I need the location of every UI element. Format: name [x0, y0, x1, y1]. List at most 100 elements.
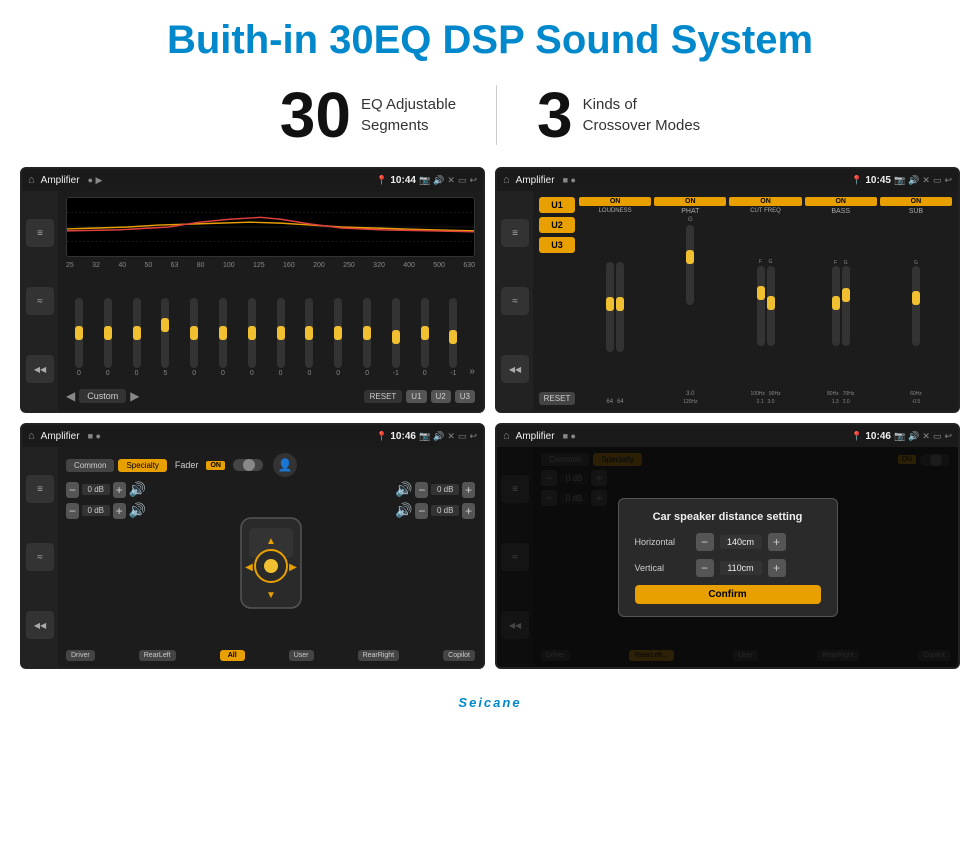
window-icon-2: ▭: [933, 175, 942, 186]
cx-preset-u1[interactable]: U1: [539, 197, 575, 213]
cx-channel-bass: ON BASS F G: [805, 197, 877, 405]
sp-common-tab[interactable]: Common: [66, 459, 114, 472]
eq-slider-7[interactable]: 0: [239, 298, 265, 377]
sp-plus-4[interactable]: +: [462, 503, 475, 519]
eq-reset-btn[interactable]: RESET: [364, 390, 403, 403]
eq-stat-block: 30 EQ Adjustable Segments: [240, 83, 496, 147]
sidebar-btn-3[interactable]: ◀◀: [26, 355, 54, 383]
sidebar-btn-3-3[interactable]: ◀◀: [26, 611, 54, 639]
cx-channel-sub: ON SUB G 60Hz -0.5: [880, 197, 952, 405]
sp-rearleft-btn[interactable]: RearLeft: [139, 650, 176, 661]
sp-specialty-tab[interactable]: Specialty: [118, 459, 166, 472]
sp-plus-1[interactable]: +: [113, 482, 126, 498]
screen-distance: ⌂ Amplifier ■ ● 📍 10:46 📷 🔊 ✕ ▭ ↩ ≡ ≈ ◀◀: [495, 423, 960, 669]
eq-slider-1[interactable]: 0: [66, 298, 92, 377]
eq-slider-13[interactable]: 0: [412, 298, 438, 377]
sp-user-btn[interactable]: User: [289, 650, 314, 661]
eq-slider-2[interactable]: 0: [95, 298, 121, 377]
cx-reset-btn[interactable]: RESET: [539, 392, 575, 405]
sidebar-btn-1[interactable]: ≡: [26, 219, 54, 247]
cx-bass-slider2[interactable]: [842, 266, 850, 346]
cx-preset-u2[interactable]: U2: [539, 217, 575, 233]
eq-number: 30: [280, 83, 351, 147]
eq-slider-6[interactable]: 0: [210, 298, 236, 377]
home-icon-4[interactable]: ⌂: [503, 430, 510, 442]
distance-vertical-label: Vertical: [635, 563, 690, 573]
sidebar-btn-3-1[interactable]: ≡: [26, 475, 54, 503]
eq-slider-3[interactable]: 0: [124, 298, 150, 377]
home-icon-3[interactable]: ⌂: [28, 430, 35, 442]
sidebar-btn-2-3[interactable]: ◀◀: [501, 355, 529, 383]
eq-slider-12[interactable]: -1: [383, 298, 409, 377]
screen1-time: 10:44: [390, 175, 416, 186]
distance-h-plus[interactable]: +: [768, 533, 786, 551]
home-icon[interactable]: ⌂: [28, 174, 35, 186]
eq-slider-8[interactable]: 0: [268, 298, 294, 377]
sp-fader-slider[interactable]: [233, 459, 263, 471]
eq-slider-11[interactable]: 0: [354, 298, 380, 377]
distance-v-val: 110cm: [720, 561, 762, 575]
eq-u3-btn[interactable]: U3: [455, 390, 475, 403]
volume-icon-4: 🔊: [908, 431, 919, 442]
eq-prev-btn[interactable]: ◀: [66, 389, 75, 403]
sp-minus-3[interactable]: −: [415, 482, 428, 498]
screen3-icons: ■ ●: [88, 431, 101, 441]
cx-phat-on[interactable]: ON: [654, 197, 726, 206]
sp-val-2: 0 dB: [82, 505, 110, 516]
sp-driver-btn[interactable]: Driver: [66, 650, 95, 661]
sp-plus-3[interactable]: +: [462, 482, 475, 498]
screen1-statusbar: ⌂ Amplifier ● ▶ 📍 10:44 📷 🔊 ✕ ▭ ↩: [22, 169, 483, 191]
sidebar-btn-2[interactable]: ≈: [26, 287, 54, 315]
sp-rearright-btn[interactable]: RearRight: [358, 650, 400, 661]
cx-cutfreq-slider1[interactable]: [757, 266, 765, 346]
cx-sub-on[interactable]: ON: [880, 197, 952, 206]
distance-horizontal-label: Horizontal: [635, 537, 690, 547]
speaker-main: − 0 dB + 🔊 − 0 dB + 🔊: [66, 481, 475, 644]
close-icon: ✕: [447, 175, 455, 186]
sp-speaker-icon-3: 🔊: [395, 481, 412, 498]
sp-minus-4[interactable]: −: [415, 503, 428, 519]
distance-confirm-btn[interactable]: Confirm: [635, 585, 821, 604]
eq-slider-9[interactable]: 0: [297, 298, 323, 377]
screens-grid: ⌂ Amplifier ● ▶ 📍 10:44 📷 🔊 ✕ ▭ ↩ ≡ ≈ ◀◀: [0, 167, 980, 689]
distance-h-minus[interactable]: −: [696, 533, 714, 551]
distance-v-plus[interactable]: +: [768, 559, 786, 577]
sidebar-btn-2-1[interactable]: ≡: [501, 219, 529, 247]
cx-loudness-on[interactable]: ON: [579, 197, 651, 206]
sidebar-btn-2-2[interactable]: ≈: [501, 287, 529, 315]
cx-sub-slider[interactable]: [912, 266, 920, 346]
cx-cutfreq-slider2[interactable]: [767, 266, 775, 346]
cx-loudness-label: LOUDNESS: [599, 208, 632, 214]
eq-expand-btn[interactable]: »: [469, 366, 475, 377]
sp-plus-2[interactable]: +: [113, 503, 126, 519]
cx-bass-on[interactable]: ON: [805, 197, 877, 206]
screen1-title: Amplifier: [41, 175, 80, 186]
eq-slider-4[interactable]: 5: [152, 298, 178, 377]
eq-slider-14[interactable]: -1: [441, 298, 467, 377]
eq-slider-5[interactable]: 0: [181, 298, 207, 377]
cx-bass-slider1[interactable]: [832, 266, 840, 346]
camera-icon-3: 📷: [419, 431, 430, 442]
location-icon-2: 📍: [851, 175, 862, 186]
sp-copilot-btn[interactable]: Copilot: [443, 650, 475, 661]
sp-minus-2[interactable]: −: [66, 503, 79, 519]
cx-loudness-slider[interactable]: [606, 262, 614, 352]
eq-u2-btn[interactable]: U2: [431, 390, 451, 403]
screen1-body: ≡ ≈ ◀◀: [22, 191, 483, 411]
cx-phat-slider[interactable]: [686, 225, 694, 305]
sidebar-btn-3-2[interactable]: ≈: [26, 543, 54, 571]
page-header: Buith-in 30EQ DSP Sound System: [0, 0, 980, 73]
eq-slider-10[interactable]: 0: [325, 298, 351, 377]
screen4-title: Amplifier: [516, 431, 555, 442]
home-icon-2[interactable]: ⌂: [503, 174, 510, 186]
sp-all-btn[interactable]: All: [220, 650, 245, 661]
screen2-body: ≡ ≈ ◀◀ U1 U2 U3 RESET ON LOUDNESS: [497, 191, 958, 411]
cx-cutfreq-on[interactable]: ON: [729, 197, 801, 206]
window-icon-3: ▭: [458, 431, 467, 442]
cx-loudness-slider2[interactable]: [616, 262, 624, 352]
eq-u1-btn[interactable]: U1: [406, 390, 426, 403]
cx-preset-u3[interactable]: U3: [539, 237, 575, 253]
sp-minus-1[interactable]: −: [66, 482, 79, 498]
eq-next-btn[interactable]: ▶: [130, 389, 139, 403]
distance-v-minus[interactable]: −: [696, 559, 714, 577]
